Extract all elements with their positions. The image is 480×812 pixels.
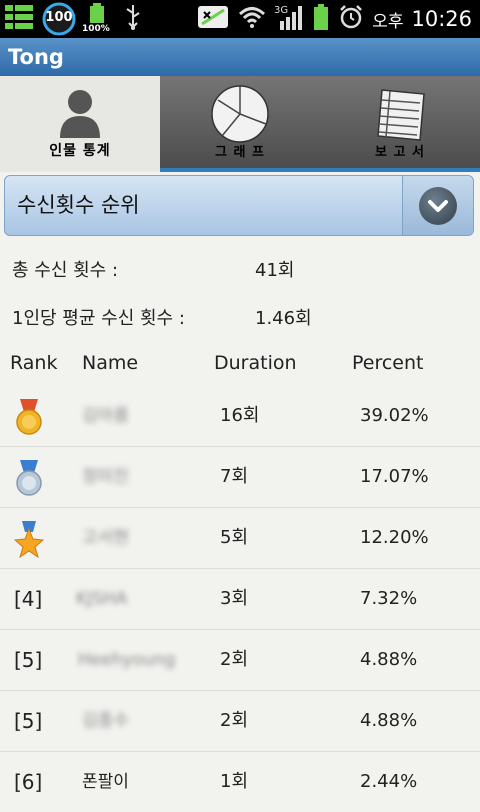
table-row[interactable]: [5] Heehyoung 2회 4.88% <box>0 630 480 691</box>
alarm-icon <box>338 4 364 34</box>
person-icon <box>52 84 108 144</box>
row-rank: [5] <box>14 648 43 672</box>
row-duration: 2회 <box>220 649 249 670</box>
header-percent: Percent <box>352 352 424 374</box>
row-name: 고서현 <box>82 528 129 548</box>
dropdown-selected-label: 수신횟수 순위 <box>17 193 140 217</box>
table-row[interactable]: [6] 폰팔이 1회 2.44% <box>0 752 480 812</box>
row-name: 김아름 <box>82 406 129 426</box>
average-count-value: 1.46회 <box>255 308 312 329</box>
row-name: 정미진 <box>82 467 129 487</box>
row-duration: 1회 <box>220 771 249 792</box>
row-duration: 2회 <box>220 710 249 731</box>
tab-label: 그 래 프 <box>215 145 265 160</box>
status-ampm: 오후 <box>372 11 404 32</box>
dropdown-toggle-button[interactable] <box>402 176 473 235</box>
row-duration: 5회 <box>220 527 249 548</box>
row-percent: 7.32% <box>360 588 418 609</box>
wifi-icon <box>238 5 266 33</box>
row-percent: 39.02% <box>360 405 429 426</box>
signal-3g-icon: 3G <box>274 3 304 35</box>
row-percent: 4.88% <box>360 649 418 670</box>
tab-report[interactable]: 보 고 서 <box>320 76 480 172</box>
total-count-value: 41회 <box>255 260 295 281</box>
average-count-row: 1인당 평균 수신 횟수 : 1.46회 <box>12 304 312 330</box>
tab-label: 보 고 서 <box>375 145 425 160</box>
sort-dropdown[interactable]: 수신횟수 순위 <box>4 175 474 236</box>
silver-medal-icon <box>14 459 44 501</box>
table-row[interactable]: 김아름 16회 39.02% <box>0 386 480 447</box>
star-medal-icon <box>13 520 45 562</box>
battery-icon <box>312 3 330 35</box>
header-duration: Duration <box>214 352 297 374</box>
row-rank: [4] <box>14 587 43 611</box>
row-name: 김종수 <box>82 711 129 731</box>
pie-chart-icon <box>210 84 270 148</box>
status-time: 10:26 <box>411 7 472 31</box>
table-row[interactable]: [5] 김종수 2회 4.88% <box>0 691 480 752</box>
battery-percent-text: 100% <box>82 24 110 34</box>
total-count-label: 총 수신 횟수 : <box>12 260 119 281</box>
row-name: KJSHA <box>76 589 128 609</box>
row-duration: 16회 <box>220 405 260 426</box>
row-percent: 4.88% <box>360 710 418 731</box>
tab-person-stats[interactable]: 인물 통계 <box>0 76 160 172</box>
report-icon <box>370 84 430 148</box>
header-rank: Rank <box>10 352 58 374</box>
status-bar: 100 100% 3G 오후 10:26 <box>0 0 480 38</box>
row-percent: 17.07% <box>360 466 429 487</box>
battery-badge-text: 100 <box>45 10 73 25</box>
gold-medal-icon <box>14 398 44 440</box>
table-row[interactable]: [4] KJSHA 3회 7.32% <box>0 569 480 630</box>
row-name: Heehyoung <box>78 650 176 670</box>
average-count-label: 1인당 평균 수신 횟수 : <box>12 308 185 329</box>
row-rank: [6] <box>14 770 43 794</box>
sync-off-icon <box>196 4 230 34</box>
app-title: Tong <box>0 38 480 76</box>
app-grid-icon <box>4 4 34 34</box>
row-name: 폰팔이 <box>82 772 129 792</box>
battery-percent-icon: 100% <box>82 2 114 36</box>
table-row[interactable]: 고서현 5회 12.20% <box>0 508 480 569</box>
row-duration: 3회 <box>220 588 249 609</box>
usb-icon <box>122 3 144 35</box>
tab-label: 인물 통계 <box>49 143 111 159</box>
battery-badge-icon: 100 <box>42 2 76 36</box>
row-percent: 2.44% <box>360 771 418 792</box>
tab-graph[interactable]: 그 래 프 <box>160 76 320 172</box>
chevron-down-icon <box>419 186 457 225</box>
tab-bar: 인물 통계 그 래 프 보 고 서 <box>0 76 480 172</box>
row-percent: 12.20% <box>360 527 429 548</box>
table-row[interactable]: 정미진 7회 17.07% <box>0 447 480 508</box>
row-rank: [5] <box>14 709 43 733</box>
row-duration: 7회 <box>220 466 249 487</box>
header-name: Name <box>82 352 139 374</box>
svg-text:3G: 3G <box>274 5 288 16</box>
table-header: Rank Name Duration Percent <box>0 346 480 384</box>
total-count-row: 총 수신 횟수 : 41회 <box>12 256 294 282</box>
